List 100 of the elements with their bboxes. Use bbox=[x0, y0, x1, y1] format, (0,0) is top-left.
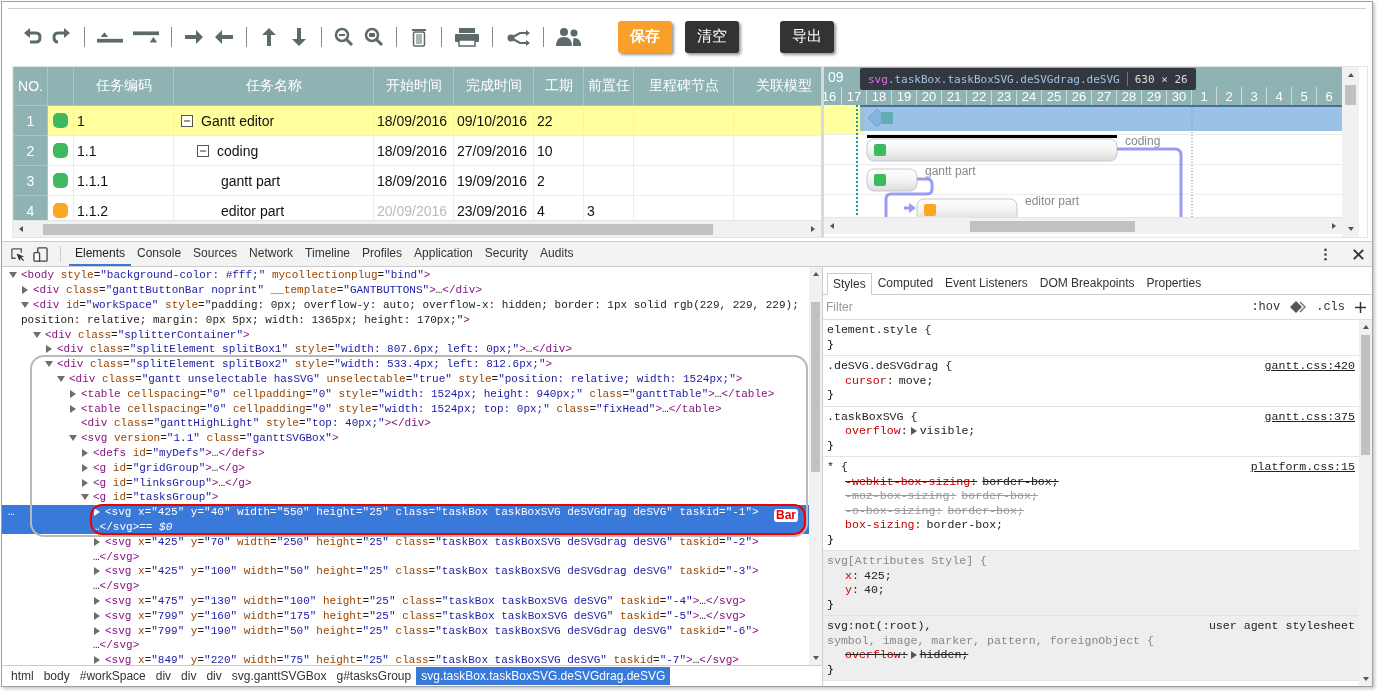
dom-tree-row[interactable]: <svg x="425" y="70" width="250" height="25" class="taskBox taskBoxSVG deSVGdrag deSVG" taskid="-2"> bbox=[2, 534, 809, 550]
scroll-down-icon[interactable] bbox=[1346, 225, 1355, 233]
vertical-scrollbar[interactable] bbox=[1359, 320, 1372, 686]
collapsed-triangle-icon[interactable] bbox=[93, 626, 101, 635]
dom-tree-row[interactable]: …</svg> bbox=[2, 578, 809, 594]
class-toggle-button[interactable]: .cls bbox=[1314, 300, 1347, 314]
expanded-triangle-icon[interactable] bbox=[45, 360, 53, 369]
collapsed-triangle-icon[interactable] bbox=[81, 478, 89, 487]
dom-tree-row[interactable]: <g id="gridGroup">…</g> bbox=[2, 460, 809, 476]
dom-tree-row[interactable]: <table cellspacing="0" cellpadding="0" style="width: 1524px; top: 0px;" class="fixHead">…</table> bbox=[2, 401, 809, 416]
collapse-icon[interactable] bbox=[197, 144, 209, 157]
devtools-tab[interactable]: Profiles bbox=[356, 242, 409, 266]
scrollbar-thumb[interactable] bbox=[811, 302, 820, 472]
horizontal-scrollbar[interactable] bbox=[13, 220, 821, 237]
scrollbar-thumb[interactable] bbox=[1361, 335, 1370, 455]
devtools-tab[interactable]: Application bbox=[408, 242, 479, 266]
expanded-triangle-icon[interactable] bbox=[57, 374, 65, 383]
printer-icon[interactable] bbox=[454, 26, 480, 47]
dom-tree-row[interactable]: position: relative; margin: 0px 5px; width: 1365px; height: 170px;"> bbox=[2, 312, 809, 328]
expand-triangle-icon[interactable] bbox=[909, 427, 918, 436]
gutter-ellipsis[interactable]: … bbox=[8, 506, 15, 519]
dom-tree-row[interactable]: <g id="linksGroup">…</g> bbox=[2, 475, 809, 490]
zoom-out-icon[interactable] bbox=[334, 26, 354, 47]
collapsed-triangle-icon[interactable] bbox=[69, 404, 77, 413]
table-row[interactable]: 2 1.1 coding 18/09/2016 27/09/2016 10 bbox=[13, 135, 821, 166]
scroll-up-icon[interactable] bbox=[1346, 71, 1355, 79]
dom-tree-row[interactable]: <defs id="myDefs">…</defs> bbox=[2, 445, 809, 461]
source-link[interactable]: platform.css:15 bbox=[1250, 460, 1355, 475]
styles-tab[interactable]: Computed bbox=[871, 272, 940, 294]
expanded-triangle-icon[interactable] bbox=[21, 301, 29, 309]
expanded-triangle-icon[interactable] bbox=[81, 493, 89, 502]
dom-tree-row[interactable]: <div class="splitterContainer"> bbox=[2, 327, 809, 342]
scrollbar-thumb[interactable] bbox=[1345, 85, 1356, 105]
collapsed-triangle-icon[interactable] bbox=[81, 448, 89, 457]
dom-tree-row[interactable]: <div id="workSpace" style="padding: 0px; overflow-y: auto; overflow-x: hidden; border: 1px solid rgb(229, 229, 229); bbox=[2, 297, 809, 313]
device-icon[interactable] bbox=[33, 246, 48, 262]
dom-tree-row[interactable]: <svg x="799" y="190" width="50" height="25" class="taskBox taskBoxSVG deSVGdrag deSVG" taskid="-6"> bbox=[2, 623, 809, 638]
add-icon[interactable] bbox=[1355, 301, 1366, 313]
collapsed-triangle-icon[interactable] bbox=[45, 345, 53, 354]
dom-tree-row[interactable]: <g id="tasksGroup"> bbox=[2, 489, 809, 505]
scroll-right-icon[interactable] bbox=[1330, 222, 1338, 230]
dom-tree-row[interactable]: <div class="splitElement splitBox2" style="width: 533.4px; left: 812.6px;"> bbox=[2, 356, 809, 372]
styles-tab[interactable]: Event Listeners bbox=[939, 272, 1034, 294]
users-icon[interactable] bbox=[556, 26, 582, 47]
expanded-triangle-icon[interactable] bbox=[9, 271, 17, 280]
vertical-scrollbar[interactable] bbox=[1342, 67, 1359, 237]
collapsed-triangle-icon[interactable] bbox=[93, 567, 101, 576]
scroll-left-icon[interactable] bbox=[828, 222, 836, 230]
breadcrumb[interactable]: html bbox=[6, 667, 39, 685]
task-bar[interactable] bbox=[866, 135, 1118, 162]
scrollbar-thumb[interactable] bbox=[970, 220, 1135, 232]
collapsed-triangle-icon[interactable] bbox=[93, 596, 101, 605]
collapsed-triangle-icon[interactable] bbox=[81, 463, 89, 472]
breadcrumb[interactable]: svg.taskBox.taskBoxSVG.deSVGdrag.deSVG bbox=[416, 667, 671, 685]
dom-tree-row[interactable]: …</svg> bbox=[2, 549, 809, 564]
dom-tree-row[interactable]: <div class="splitElement splitBox1" style="width: 807.6px; left: 0px;">…</div> bbox=[2, 342, 809, 357]
dom-tree-row[interactable]: <div class="ganttButtonBar noprint" __template="GANTBUTTONS">…</div> bbox=[2, 282, 809, 298]
zoom-in-icon[interactable] bbox=[364, 26, 384, 47]
collapsed-triangle-icon[interactable] bbox=[93, 656, 101, 665]
devtools-tab[interactable]: Console bbox=[131, 242, 188, 266]
collapsed-triangle-icon[interactable] bbox=[93, 537, 101, 546]
dom-tree-row[interactable]: <svg x="849" y="220" width="75" height="25" class="taskBox taskBoxSVG deSVG" taskid="-7">…</svg> bbox=[2, 652, 809, 665]
table-row[interactable]: 3 1.1.1 gantt part 18/09/2016 19/09/2016 2 bbox=[13, 165, 821, 196]
dom-tree-row[interactable]: <div class="ganttHighLight" style="top: 40px;"></div> bbox=[2, 415, 809, 431]
table-row[interactable]: 1 1 Gantt editor 18/09/2016 09/10/2016 22 bbox=[13, 105, 821, 136]
collapse-icon[interactable] bbox=[181, 114, 193, 127]
toolbar-button[interactable]: 导出 bbox=[780, 20, 834, 53]
source-link[interactable]: gantt.css:375 bbox=[1264, 409, 1355, 424]
scrollbar-thumb[interactable] bbox=[43, 223, 713, 235]
breadcrumb[interactable]: div bbox=[176, 667, 202, 685]
devtools-tab[interactable]: Elements bbox=[69, 242, 132, 266]
expand-triangle-icon[interactable] bbox=[909, 651, 918, 660]
devtools-tab[interactable]: Sources bbox=[187, 242, 244, 266]
breadcrumb[interactable]: div bbox=[201, 667, 227, 685]
expanded-triangle-icon[interactable] bbox=[69, 434, 77, 443]
breadcrumb[interactable]: #workSpace bbox=[74, 667, 151, 685]
scroll-up-icon[interactable] bbox=[811, 270, 820, 278]
hover-state-button[interactable]: :hov bbox=[1249, 300, 1283, 314]
scroll-right-icon[interactable] bbox=[809, 225, 817, 233]
vertical-scrollbar[interactable] bbox=[809, 267, 822, 665]
devtools-tab[interactable]: Security bbox=[478, 242, 535, 266]
source-link[interactable]: gantt.css:420 bbox=[1264, 359, 1355, 374]
breadcrumb[interactable]: g#tasksGroup bbox=[331, 667, 417, 685]
dom-tree-row[interactable]: <body style="background-color: #fff;" mycollectionplug="bind"> bbox=[2, 268, 809, 283]
breadcrumb[interactable]: body bbox=[38, 667, 75, 685]
dom-tree-row[interactable]: <svg x="799" y="160" width="175" height="25" class="taskBox taskBoxSVG deSVG" taskid="-5">…</svg> bbox=[2, 608, 809, 624]
dom-tree-row[interactable]: <svg x="425" y="100" width="50" height="25" class="taskBox taskBoxSVG deSVGdrag deSVG" taskid="-3"> bbox=[2, 563, 809, 579]
collapsed-triangle-icon[interactable] bbox=[93, 508, 101, 517]
devtools-tab[interactable]: Network bbox=[243, 242, 300, 266]
breadcrumb[interactable]: svg.ganttSVGBox bbox=[226, 667, 332, 685]
scroll-down-icon[interactable] bbox=[811, 654, 820, 662]
undo-icon[interactable] bbox=[22, 26, 42, 47]
collapsed-triangle-icon[interactable] bbox=[21, 286, 29, 295]
diamond-icon[interactable] bbox=[1290, 301, 1307, 313]
styles-tab[interactable]: Properties bbox=[1140, 272, 1208, 294]
dom-tree-row[interactable]: <svg x="475" y="130" width="100" height="25" class="taskBox taskBoxSVG deSVG" taskid="-4">…</svg> bbox=[2, 593, 809, 609]
breadcrumb[interactable]: div bbox=[150, 667, 177, 685]
styles-tab[interactable]: Styles bbox=[827, 273, 872, 295]
dom-tree-row[interactable]: …</svg> bbox=[2, 637, 809, 653]
dom-tree-row[interactable]: <div class="gantt unselectable hasSVG" unselectable="true" style="position: relative; width: 1524px;"> bbox=[2, 371, 809, 387]
